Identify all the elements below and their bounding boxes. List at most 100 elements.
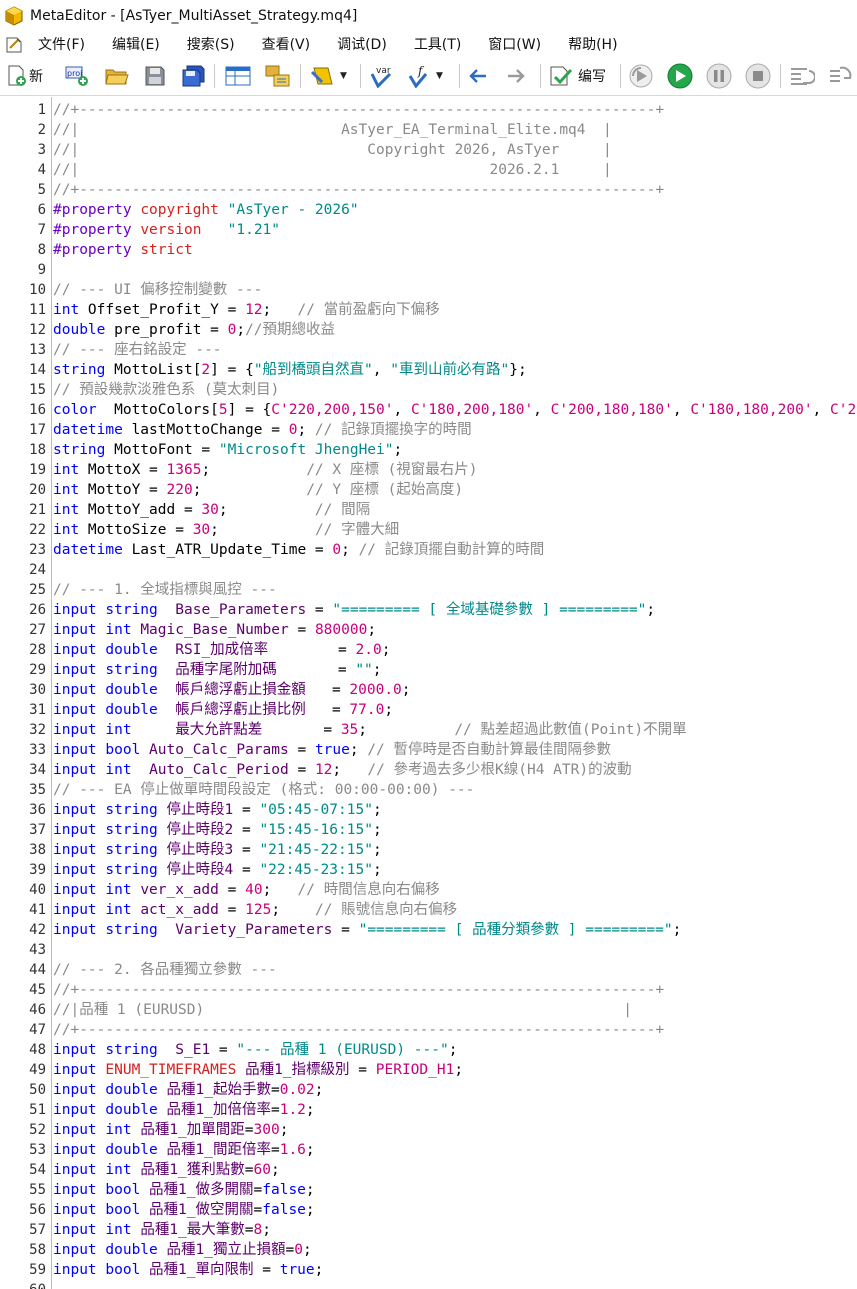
- function-dropdown-icon[interactable]: ▼: [436, 71, 443, 81]
- line-number: 19: [29, 462, 46, 478]
- menu-edit[interactable]: 编辑(E): [112, 34, 160, 54]
- code-token: "1.21": [227, 222, 281, 238]
- code-token: =: [349, 1062, 376, 1078]
- code-token: int: [53, 482, 80, 498]
- line-number: 60: [0, 1280, 52, 1289]
- pause-button[interactable]: [705, 63, 733, 89]
- code-line: //|品種 1 (EURUSD) |: [53, 1000, 857, 1020]
- function-icon: f: [408, 64, 428, 88]
- menu-tools[interactable]: 工具(T): [414, 34, 461, 54]
- code-token: 停止時段2: [166, 822, 234, 838]
- insert-function-button[interactable]: f ▼: [406, 63, 443, 89]
- save-all-icon: [182, 65, 205, 87]
- code-token: 停止時段3: [166, 842, 234, 858]
- code-line: input int 品種1_加單間距=300;: [53, 1120, 857, 1140]
- line-number: 28: [29, 642, 46, 658]
- menu-view[interactable]: 查看(V): [262, 34, 311, 54]
- start-debug-button[interactable]: [666, 63, 694, 89]
- code-token: =: [233, 802, 260, 818]
- line-number: 14: [29, 362, 46, 378]
- code-token: 品種1_最大筆數: [140, 1222, 245, 1238]
- forward-button[interactable]: [504, 63, 528, 89]
- toolbox-toggle-button[interactable]: [264, 63, 292, 89]
- code-token: bool: [105, 742, 141, 758]
- code-token: int: [105, 622, 132, 638]
- code-token: MottoX =: [79, 462, 167, 478]
- code-token: =: [253, 1202, 263, 1218]
- code-token: =: [210, 1042, 237, 1058]
- code-line: input bool 品種1_做空開關=false;: [53, 1200, 857, 1220]
- open-button[interactable]: [104, 63, 130, 89]
- code-token: 40: [245, 882, 263, 898]
- code-token: double: [53, 322, 106, 338]
- menu-file[interactable]: 文件(F): [38, 34, 85, 54]
- code-token: =: [244, 1122, 254, 1138]
- line-number: 23: [29, 542, 46, 558]
- styler-button[interactable]: ▼: [308, 63, 347, 89]
- menu-help[interactable]: 帮助(H): [568, 34, 617, 54]
- step-into-button[interactable]: [787, 63, 815, 89]
- menu-debug[interactable]: 调试(D): [337, 34, 387, 54]
- code-token: ;: [401, 682, 411, 698]
- code-token: // 間隔: [314, 502, 371, 518]
- code-token: //+-------------------------------------…: [53, 182, 665, 198]
- code-token: "": [355, 662, 373, 678]
- code-line: input string 停止時段1 = "05:45-07:15";: [53, 800, 857, 820]
- code-token: =: [270, 1102, 280, 1118]
- document-menu-icon[interactable]: [4, 34, 26, 54]
- code-token: // 參考過去多少根K線(H4 ATR)的波動: [367, 762, 632, 778]
- step-over-button[interactable]: [826, 63, 854, 89]
- new-project-button[interactable]: proj: [64, 63, 90, 89]
- line-number: 53: [29, 1142, 46, 1158]
- menu-search[interactable]: 搜索(S): [187, 34, 235, 54]
- code-token: "21:45-22:15": [259, 842, 373, 858]
- code-token: Last_ATR_Update_Time =: [122, 542, 333, 558]
- navigator-toggle-button[interactable]: [224, 63, 252, 89]
- save-all-button[interactable]: [181, 63, 207, 89]
- code-line: // --- EA 停止做單時間段設定 (格式: 00:00-00:00) --…: [53, 780, 857, 800]
- menu-bar: 文件(F) 编辑(E) 搜索(S) 查看(V) 调试(D) 工具(T) 窗口(W…: [0, 32, 857, 56]
- code-text-area[interactable]: //+-------------------------------------…: [53, 100, 857, 1289]
- line-number: 7: [37, 222, 46, 238]
- code-token: ENUM_TIMEFRAMES: [105, 1062, 237, 1078]
- new-button[interactable]: 新: [6, 63, 43, 89]
- code-token: 品種1_加倍倍率: [166, 1102, 271, 1118]
- menu-window[interactable]: 窗口(W): [488, 34, 541, 54]
- start-on-history-button[interactable]: [627, 63, 655, 89]
- code-token: MottoList[: [105, 362, 202, 378]
- line-number: 49: [29, 1062, 46, 1078]
- code-editor[interactable]: 1 2 3 4 5 6 7 8 9 10 11 12 13 14 15 16 17 18 19 20 21 22 23 24 2…: [0, 97, 857, 1289]
- metaeditor-app-icon: [5, 6, 23, 26]
- compile-button[interactable]: 编写: [547, 63, 606, 89]
- code-token: ;: [372, 842, 382, 858]
- line-number: 15: [29, 382, 46, 398]
- code-line: input int 最大允許點差 = 35; // 點差超過此數值(Point)…: [53, 720, 857, 740]
- save-button[interactable]: [143, 63, 167, 89]
- code-token: version: [140, 222, 202, 238]
- back-button[interactable]: [466, 63, 490, 89]
- code-token: Base_Parameters: [175, 602, 307, 618]
- code-line: //+-------------------------------------…: [53, 180, 857, 200]
- code-token: C'200,200,200': [830, 402, 857, 418]
- code-token: ;: [218, 502, 315, 518]
- code-token: int: [105, 1162, 132, 1178]
- code-token: ;: [302, 1242, 312, 1258]
- insert-variable-button[interactable]: var: [368, 63, 396, 89]
- code-token: "========= [ 品種分類參數 ] =========": [358, 922, 673, 938]
- stop-button[interactable]: [744, 63, 772, 89]
- styler-dropdown-icon[interactable]: ▼: [340, 71, 347, 81]
- line-number: 37: [29, 822, 46, 838]
- code-token: input: [53, 802, 97, 818]
- code-line: input string 停止時段3 = "21:45-22:15";: [53, 840, 857, 860]
- code-token: input: [53, 1162, 97, 1178]
- line-number: 48: [29, 1042, 46, 1058]
- code-token: bool: [105, 1182, 141, 1198]
- code-token: 5: [218, 402, 228, 418]
- code-token: //+-------------------------------------…: [53, 1022, 665, 1038]
